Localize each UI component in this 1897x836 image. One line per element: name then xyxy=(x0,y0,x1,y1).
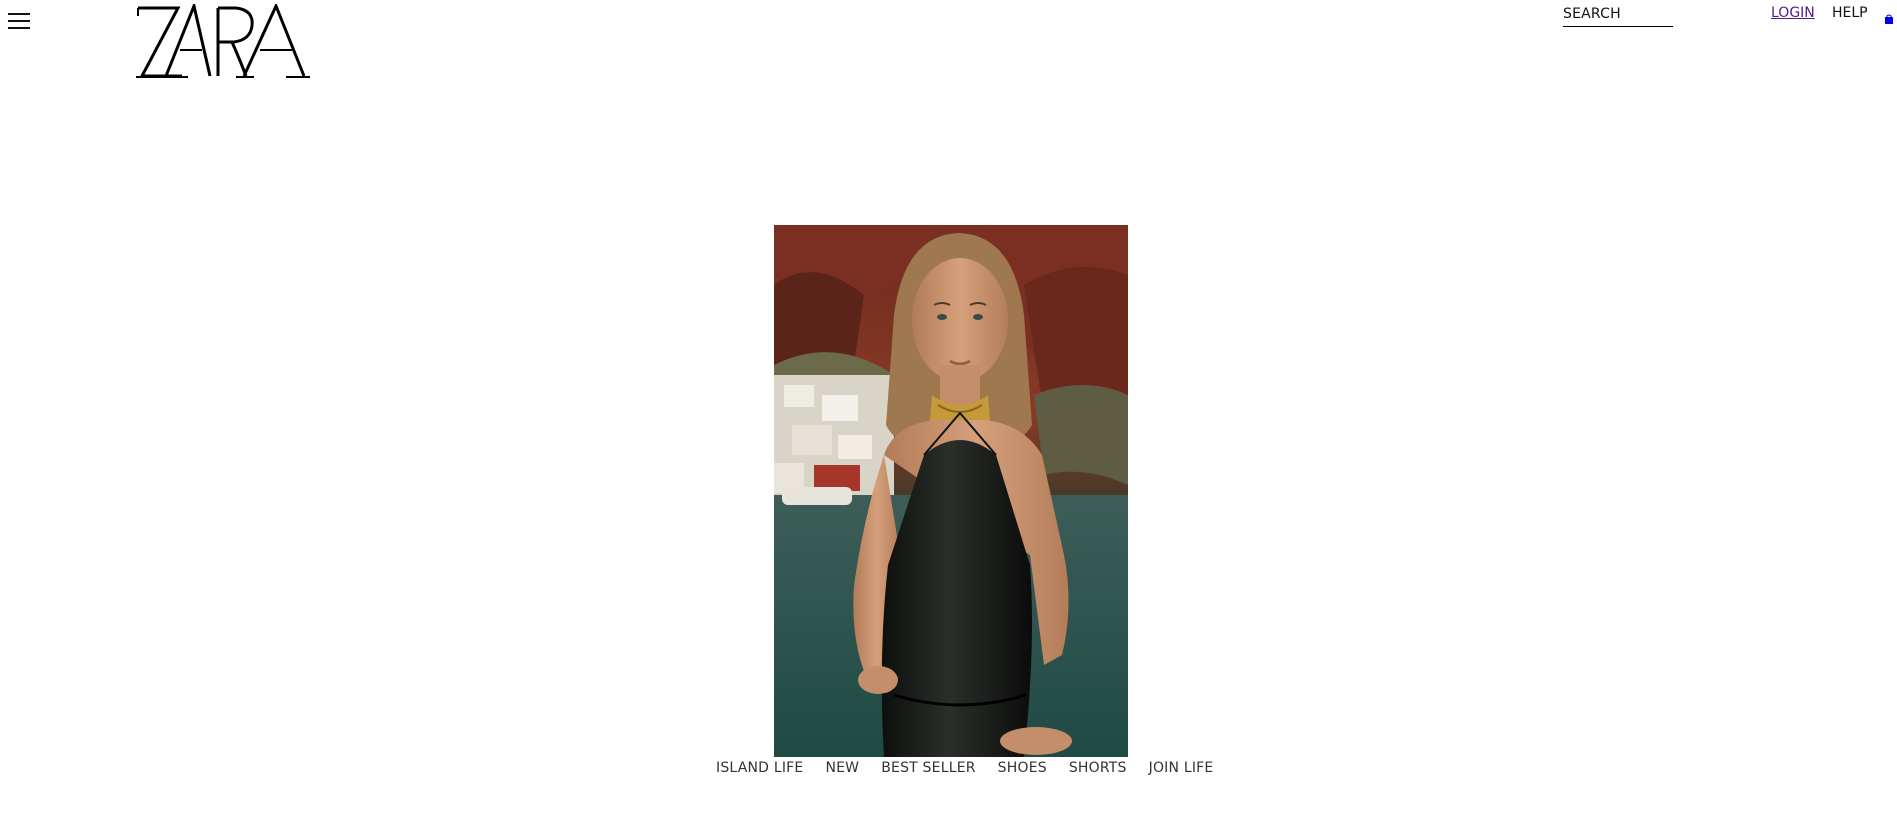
shopping-bag-icon[interactable] xyxy=(1884,9,1894,24)
category-new[interactable]: NEW xyxy=(825,760,859,776)
zara-logo[interactable] xyxy=(136,0,311,80)
help-link[interactable]: HELP xyxy=(1832,5,1868,21)
category-join-life[interactable]: JOIN LIFE xyxy=(1149,760,1214,776)
page: SEARCH LOGIN HELP ISLAND LIFE NEW BEST S… xyxy=(0,0,1897,836)
zara-logo-mark xyxy=(136,0,310,78)
model-photo xyxy=(774,225,1128,757)
category-shoes[interactable]: SHOES xyxy=(998,760,1047,776)
hero-campaign-image[interactable] xyxy=(774,225,1128,757)
hamburger-menu-icon[interactable] xyxy=(8,10,30,32)
login-link[interactable]: LOGIN xyxy=(1771,5,1815,21)
search-label: SEARCH xyxy=(1563,6,1621,22)
category-best-seller[interactable]: BEST SELLER xyxy=(881,760,975,776)
category-nav: ISLAND LIFE NEW BEST SELLER SHOES SHORTS… xyxy=(716,760,1213,776)
search-field[interactable]: SEARCH xyxy=(1563,4,1673,27)
category-island-life[interactable]: ISLAND LIFE xyxy=(716,760,803,776)
category-shorts[interactable]: SHORTS xyxy=(1069,760,1127,776)
